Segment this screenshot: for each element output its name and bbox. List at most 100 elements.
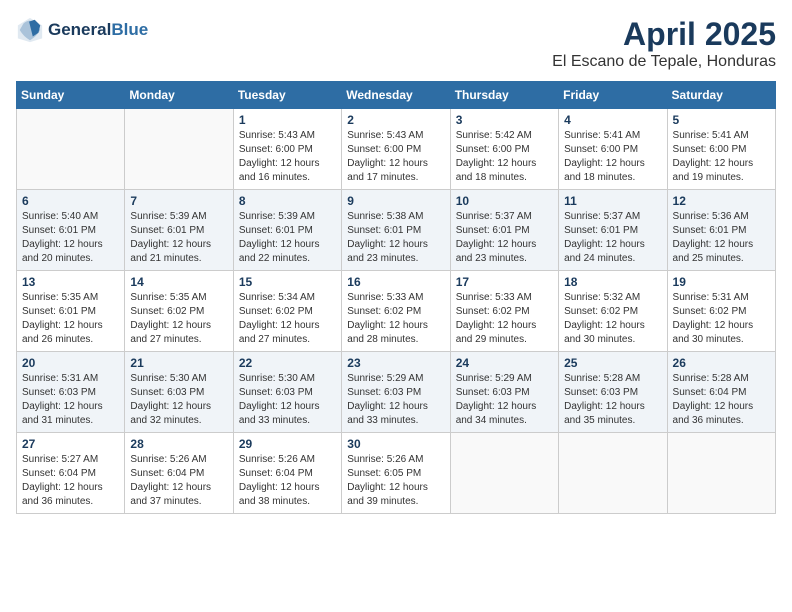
day-number: 24 bbox=[456, 356, 553, 370]
day-number: 28 bbox=[130, 437, 227, 451]
weekday-header: Saturday bbox=[667, 82, 775, 109]
cell-info: Sunrise: 5:26 AMSunset: 6:04 PMDaylight:… bbox=[239, 453, 336, 509]
calendar-cell: 4 Sunrise: 5:41 AMSunset: 6:00 PMDaylight… bbox=[559, 109, 667, 190]
day-number: 9 bbox=[347, 194, 444, 208]
day-number: 5 bbox=[673, 113, 770, 127]
cell-info: Sunrise: 5:39 AMSunset: 6:01 PMDaylight:… bbox=[130, 210, 227, 266]
calendar-cell bbox=[17, 109, 125, 190]
calendar-week-row: 1 Sunrise: 5:43 AMSunset: 6:00 PMDaylight… bbox=[17, 109, 776, 190]
calendar-cell: 15Sunrise: 5:34 AMSunset: 6:02 PMDayligh… bbox=[233, 271, 341, 352]
day-number: 4 bbox=[564, 113, 661, 127]
cell-info: Sunrise: 5:33 AMSunset: 6:02 PMDaylight:… bbox=[347, 291, 444, 347]
cell-info: Sunrise: 5:38 AMSunset: 6:01 PMDaylight:… bbox=[347, 210, 444, 266]
location-title: El Escano de Tepale, Honduras bbox=[552, 53, 776, 71]
cell-info: Sunrise: 5:35 AMSunset: 6:01 PMDaylight:… bbox=[22, 291, 119, 347]
cell-info: Sunrise: 5:39 AMSunset: 6:01 PMDaylight:… bbox=[239, 210, 336, 266]
calendar-cell: 14 Sunrise: 5:35 AMSunset: 6:02 PMDayligh… bbox=[125, 271, 233, 352]
calendar-cell: 25 Sunrise: 5:28 AMSunset: 6:03 PMDayligh… bbox=[559, 352, 667, 433]
calendar-cell: 29 Sunrise: 5:26 AMSunset: 6:04 PMDayligh… bbox=[233, 433, 341, 514]
calendar-cell: 12Sunrise: 5:36 AMSunset: 6:01 PMDayligh… bbox=[667, 190, 775, 271]
day-number: 10 bbox=[456, 194, 553, 208]
cell-info: Sunrise: 5:28 AMSunset: 6:04 PMDaylight:… bbox=[673, 372, 770, 428]
weekday-header: Friday bbox=[559, 82, 667, 109]
calendar-cell: 5 Sunrise: 5:41 AMSunset: 6:00 PMDaylight… bbox=[667, 109, 775, 190]
logo-general: General bbox=[48, 20, 111, 39]
day-number: 19 bbox=[673, 275, 770, 289]
cell-info: Sunrise: 5:29 AMSunset: 6:03 PMDaylight:… bbox=[347, 372, 444, 428]
cell-info: Sunrise: 5:31 AMSunset: 6:03 PMDaylight:… bbox=[22, 372, 119, 428]
day-number: 6 bbox=[22, 194, 119, 208]
day-number: 23 bbox=[347, 356, 444, 370]
cell-info: Sunrise: 5:40 AMSunset: 6:01 PMDaylight:… bbox=[22, 210, 119, 266]
calendar-week-row: 6 Sunrise: 5:40 AMSunset: 6:01 PMDaylight… bbox=[17, 190, 776, 271]
cell-info: Sunrise: 5:34 AMSunset: 6:02 PMDaylight:… bbox=[239, 291, 336, 347]
cell-info: Sunrise: 5:30 AMSunset: 6:03 PMDaylight:… bbox=[239, 372, 336, 428]
calendar-cell: 22 Sunrise: 5:30 AMSunset: 6:03 PMDayligh… bbox=[233, 352, 341, 433]
day-number: 14 bbox=[130, 275, 227, 289]
calendar-cell bbox=[559, 433, 667, 514]
cell-info: Sunrise: 5:37 AMSunset: 6:01 PMDaylight:… bbox=[564, 210, 661, 266]
day-number: 27 bbox=[22, 437, 119, 451]
cell-info: Sunrise: 5:27 AMSunset: 6:04 PMDaylight:… bbox=[22, 453, 119, 509]
day-number: 17 bbox=[456, 275, 553, 289]
cell-info: Sunrise: 5:30 AMSunset: 6:03 PMDaylight:… bbox=[130, 372, 227, 428]
day-number: 13 bbox=[22, 275, 119, 289]
day-number: 22 bbox=[239, 356, 336, 370]
calendar-cell: 18 Sunrise: 5:32 AMSunset: 6:02 PMDayligh… bbox=[559, 271, 667, 352]
logo: GeneralBlue bbox=[16, 16, 148, 44]
day-number: 1 bbox=[239, 113, 336, 127]
page-header: GeneralBlue April 2025 El Escano de Tepa… bbox=[16, 16, 776, 71]
weekday-header: Wednesday bbox=[342, 82, 450, 109]
cell-info: Sunrise: 5:43 AMSunset: 6:00 PMDaylight:… bbox=[239, 129, 336, 185]
day-number: 11 bbox=[564, 194, 661, 208]
calendar-cell: 10 Sunrise: 5:37 AMSunset: 6:01 PMDayligh… bbox=[450, 190, 558, 271]
calendar-cell: 13 Sunrise: 5:35 AMSunset: 6:01 PMDayligh… bbox=[17, 271, 125, 352]
cell-info: Sunrise: 5:42 AMSunset: 6:00 PMDaylight:… bbox=[456, 129, 553, 185]
calendar-cell: 23 Sunrise: 5:29 AMSunset: 6:03 PMDayligh… bbox=[342, 352, 450, 433]
calendar-week-row: 13 Sunrise: 5:35 AMSunset: 6:01 PMDayligh… bbox=[17, 271, 776, 352]
weekday-header: Sunday bbox=[17, 82, 125, 109]
day-number: 25 bbox=[564, 356, 661, 370]
day-number: 30 bbox=[347, 437, 444, 451]
calendar-week-row: 20Sunrise: 5:31 AMSunset: 6:03 PMDayligh… bbox=[17, 352, 776, 433]
cell-info: Sunrise: 5:35 AMSunset: 6:02 PMDaylight:… bbox=[130, 291, 227, 347]
calendar-cell bbox=[667, 433, 775, 514]
logo-blue: Blue bbox=[111, 20, 148, 39]
calendar-cell: 6 Sunrise: 5:40 AMSunset: 6:01 PMDaylight… bbox=[17, 190, 125, 271]
calendar-cell: 16 Sunrise: 5:33 AMSunset: 6:02 PMDayligh… bbox=[342, 271, 450, 352]
day-number: 7 bbox=[130, 194, 227, 208]
weekday-header: Thursday bbox=[450, 82, 558, 109]
calendar-cell: 9 Sunrise: 5:38 AMSunset: 6:01 PMDaylight… bbox=[342, 190, 450, 271]
cell-info: Sunrise: 5:33 AMSunset: 6:02 PMDaylight:… bbox=[456, 291, 553, 347]
day-number: 29 bbox=[239, 437, 336, 451]
day-number: 21 bbox=[130, 356, 227, 370]
cell-info: Sunrise: 5:32 AMSunset: 6:02 PMDaylight:… bbox=[564, 291, 661, 347]
cell-info: Sunrise: 5:41 AMSunset: 6:00 PMDaylight:… bbox=[673, 129, 770, 185]
cell-info: Sunrise: 5:37 AMSunset: 6:01 PMDaylight:… bbox=[456, 210, 553, 266]
logo-icon bbox=[16, 16, 44, 44]
day-number: 12 bbox=[673, 194, 770, 208]
month-title: April 2025 bbox=[552, 16, 776, 53]
calendar-cell: 8Sunrise: 5:39 AMSunset: 6:01 PMDaylight… bbox=[233, 190, 341, 271]
day-number: 18 bbox=[564, 275, 661, 289]
calendar-cell: 1 Sunrise: 5:43 AMSunset: 6:00 PMDaylight… bbox=[233, 109, 341, 190]
weekday-header: Tuesday bbox=[233, 82, 341, 109]
calendar-cell: 26Sunrise: 5:28 AMSunset: 6:04 PMDayligh… bbox=[667, 352, 775, 433]
calendar-week-row: 27 Sunrise: 5:27 AMSunset: 6:04 PMDayligh… bbox=[17, 433, 776, 514]
cell-info: Sunrise: 5:41 AMSunset: 6:00 PMDaylight:… bbox=[564, 129, 661, 185]
calendar-cell: 21 Sunrise: 5:30 AMSunset: 6:03 PMDayligh… bbox=[125, 352, 233, 433]
day-number: 16 bbox=[347, 275, 444, 289]
weekday-header-row: SundayMondayTuesdayWednesdayThursdayFrid… bbox=[17, 82, 776, 109]
calendar-cell: 19 Sunrise: 5:31 AMSunset: 6:02 PMDayligh… bbox=[667, 271, 775, 352]
calendar-cell: 7 Sunrise: 5:39 AMSunset: 6:01 PMDaylight… bbox=[125, 190, 233, 271]
calendar-cell bbox=[125, 109, 233, 190]
title-area: April 2025 El Escano de Tepale, Honduras bbox=[552, 16, 776, 71]
calendar-cell bbox=[450, 433, 558, 514]
calendar-cell: 11 Sunrise: 5:37 AMSunset: 6:01 PMDayligh… bbox=[559, 190, 667, 271]
cell-info: Sunrise: 5:43 AMSunset: 6:00 PMDaylight:… bbox=[347, 129, 444, 185]
cell-info: Sunrise: 5:31 AMSunset: 6:02 PMDaylight:… bbox=[673, 291, 770, 347]
cell-info: Sunrise: 5:28 AMSunset: 6:03 PMDaylight:… bbox=[564, 372, 661, 428]
day-number: 2 bbox=[347, 113, 444, 127]
calendar-cell: 20Sunrise: 5:31 AMSunset: 6:03 PMDayligh… bbox=[17, 352, 125, 433]
logo-text-block: GeneralBlue bbox=[48, 20, 148, 40]
